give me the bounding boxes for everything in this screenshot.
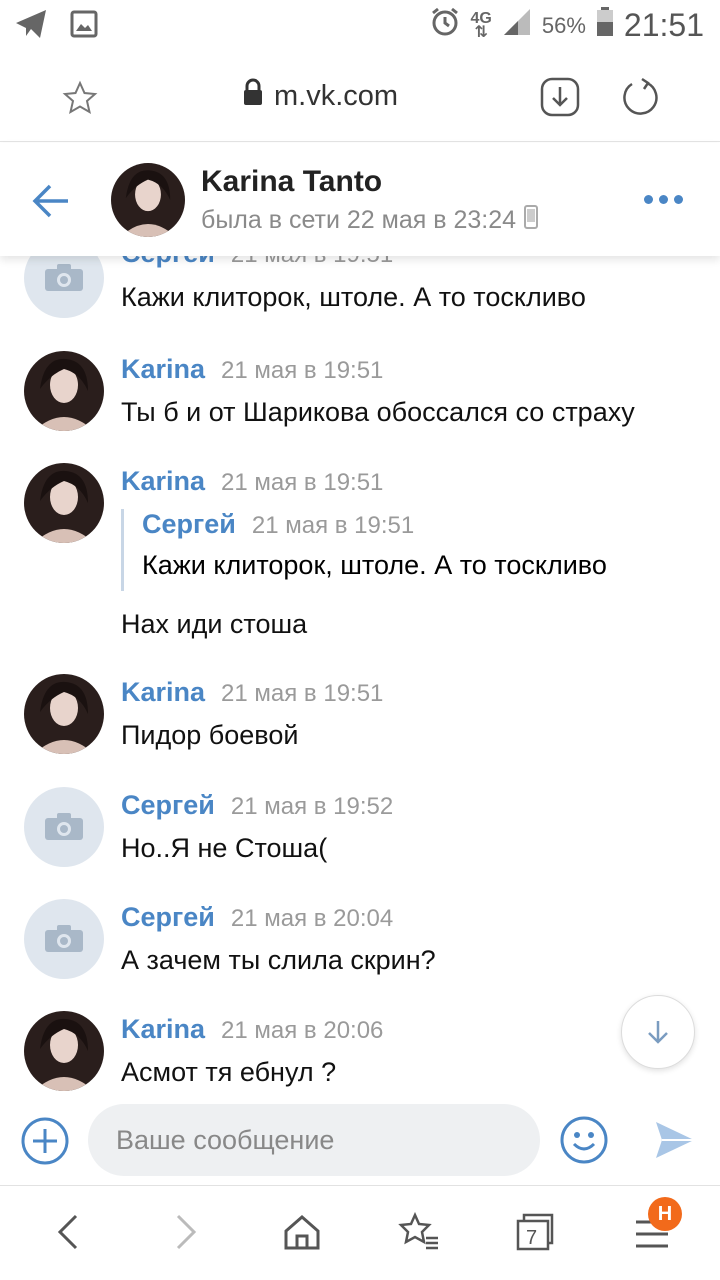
address-bar[interactable]: m.vk.com xyxy=(242,78,398,114)
arrow-down-icon xyxy=(648,1021,668,1044)
more-menu-icon[interactable] xyxy=(644,195,683,204)
home-icon[interactable] xyxy=(282,1212,322,1257)
clock: 21:51 xyxy=(623,7,704,43)
message-text: Пидор боевой xyxy=(121,720,299,750)
chat-header: Karina Tanto была в сети 22 мая в 23:24 xyxy=(0,143,720,256)
message-text: Ты б и от Шарикова обоссался со страху xyxy=(121,397,635,427)
nav-back-icon[interactable] xyxy=(52,1212,86,1257)
avatar[interactable] xyxy=(24,256,104,318)
browser-bottom-nav: 7 xyxy=(0,1185,720,1280)
tabs-count: 7 xyxy=(526,1227,537,1249)
avatar[interactable] xyxy=(24,899,104,979)
message-date: 21 мая в 19:51 xyxy=(221,357,384,384)
message-date: 21 мая в 19:52 xyxy=(230,793,394,820)
message-author[interactable]: Karina xyxy=(121,677,205,708)
message-author[interactable]: Karina xyxy=(121,354,205,385)
send-icon[interactable] xyxy=(654,1120,696,1165)
message-text: Асмот тя ебнул ? xyxy=(121,1057,337,1087)
image-icon xyxy=(70,10,98,43)
quote-author: Сергей xyxy=(142,509,236,539)
browser-toolbar: m.vk.com xyxy=(0,50,720,142)
message-author[interactable]: Сергей xyxy=(121,902,215,933)
message-author[interactable]: Karina xyxy=(121,1014,205,1045)
scroll-down-button[interactable] xyxy=(621,995,695,1069)
message-list: Сергей 21 мая в 19:51 Кажи клиторок, што… xyxy=(0,256,720,1102)
telegram-icon xyxy=(14,8,48,45)
lock-icon xyxy=(242,78,264,114)
message-author[interactable]: Karina xyxy=(121,466,205,497)
attach-plus-icon[interactable] xyxy=(20,1116,70,1171)
camera-icon xyxy=(45,925,83,952)
bookmark-star-icon[interactable] xyxy=(62,80,98,121)
message-date: 21 мая в 19:51 xyxy=(231,256,393,269)
avatar[interactable] xyxy=(24,1011,104,1091)
message-text: Нах иди стоша xyxy=(121,609,308,639)
back-arrow-icon[interactable] xyxy=(30,181,72,226)
status-bar: 4G ⇅ 56% 21:51 xyxy=(0,0,720,50)
message-text: А зачем ты слила скрин? xyxy=(121,945,436,975)
quoted-message[interactable]: Сергей 21 мая в 19:51 Кажи клиторок, што… xyxy=(121,509,607,591)
avatar[interactable] xyxy=(24,787,104,867)
avatar[interactable] xyxy=(24,674,104,754)
message-date: 21 мая в 20:06 xyxy=(221,1017,384,1044)
message-author[interactable]: Сергей xyxy=(121,256,215,269)
battery-icon xyxy=(596,7,614,44)
message-text: Но..Я не Стоша( xyxy=(121,833,328,863)
battery-percent: 56% xyxy=(541,12,586,38)
avatar[interactable] xyxy=(24,463,104,543)
emoji-icon[interactable] xyxy=(559,1115,609,1170)
avatar[interactable] xyxy=(24,351,104,431)
mobile-icon xyxy=(524,205,539,236)
reload-icon[interactable] xyxy=(620,77,660,122)
download-icon[interactable] xyxy=(540,77,580,122)
contact-name: Karina Tanto xyxy=(201,165,383,198)
message-date: 21 мая в 19:51 xyxy=(221,469,384,496)
message-input[interactable]: Ваше сообщение xyxy=(88,1104,540,1176)
quote-date: 21 мая в 19:51 xyxy=(251,512,415,539)
message-author[interactable]: Сергей xyxy=(121,790,215,821)
nav-forward-icon[interactable] xyxy=(168,1212,202,1257)
quote-text: Кажи клиторок, штоле. А то тоскливо xyxy=(142,550,607,580)
url-text: m.vk.com xyxy=(274,79,399,112)
message-date: 21 мая в 19:51 xyxy=(221,680,384,707)
message-text: Кажи клиторок, штоле. А то тоскливо xyxy=(121,282,586,312)
tabs-icon[interactable]: 7 xyxy=(514,1212,556,1257)
camera-icon xyxy=(45,264,83,291)
alarm-icon xyxy=(429,6,461,45)
avatar[interactable] xyxy=(111,163,185,237)
bookmarks-icon[interactable] xyxy=(398,1211,440,1257)
signal-icon xyxy=(502,7,532,44)
network-type: 4G ⇅ xyxy=(470,9,492,41)
message-date: 21 мая в 20:04 xyxy=(230,905,394,932)
notification-badge: H xyxy=(648,1197,682,1231)
camera-icon xyxy=(45,813,83,840)
message-composer: Ваше сообщение xyxy=(0,1102,720,1182)
last-seen-status: была в сети 22 мая в 23:24 xyxy=(201,205,539,236)
